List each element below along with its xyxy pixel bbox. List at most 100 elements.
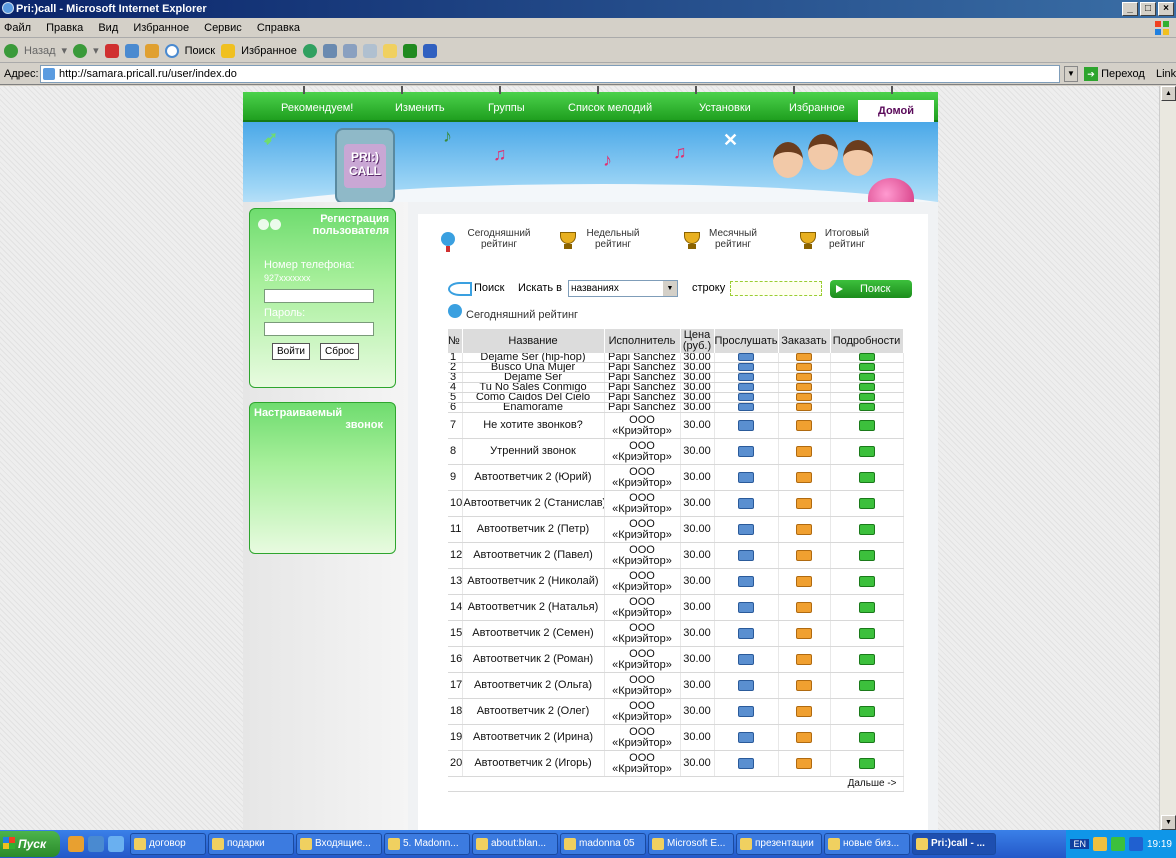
close-button[interactable]: × — [1158, 2, 1174, 16]
scroll-down-button[interactable]: ▼ — [1161, 815, 1176, 830]
tab-today-rating[interactable]: Сегодняшний рейтинг — [464, 228, 534, 250]
tab-month-rating[interactable]: Месячный рейтинг — [700, 228, 766, 250]
order-icon[interactable] — [796, 373, 812, 382]
nav-recommended[interactable]: Рекомендуем! — [281, 102, 353, 114]
minimize-button[interactable]: _ — [1122, 2, 1138, 16]
details-icon[interactable] — [858, 419, 875, 431]
taskbar-task-button[interactable]: Входящие... — [296, 833, 382, 855]
order-icon[interactable] — [796, 757, 812, 769]
scroll-up-button[interactable]: ▲ — [1161, 86, 1176, 101]
order-icon[interactable] — [796, 445, 812, 457]
order-icon[interactable] — [796, 627, 812, 639]
address-dropdown-button[interactable]: ▼ — [1064, 66, 1078, 82]
home-icon[interactable] — [144, 43, 159, 58]
stop-icon[interactable] — [104, 43, 119, 58]
listen-icon[interactable] — [738, 601, 754, 613]
menu-help[interactable]: Справка — [257, 22, 300, 34]
listen-icon[interactable] — [738, 731, 754, 743]
order-icon[interactable] — [796, 523, 812, 535]
search-toolbar-button[interactable]: Поиск — [185, 39, 215, 63]
address-input[interactable]: http://samara.pricall.ru/user/index.do — [40, 65, 1060, 83]
order-icon[interactable] — [796, 575, 812, 587]
links-button[interactable]: Links — [1156, 65, 1176, 83]
listen-icon[interactable] — [738, 679, 754, 691]
messenger-icon[interactable] — [402, 43, 417, 58]
order-icon[interactable] — [796, 601, 812, 613]
reset-button[interactable]: Сброс — [320, 343, 360, 360]
back-button[interactable]: Назад — [24, 39, 56, 63]
search-field-select[interactable]: названиях ▼ — [568, 280, 678, 297]
details-icon[interactable] — [858, 627, 875, 639]
order-icon[interactable] — [796, 393, 812, 402]
taskbar-task-button[interactable]: презентации — [736, 833, 822, 855]
details-icon[interactable] — [858, 363, 875, 372]
listen-icon[interactable] — [738, 403, 754, 412]
taskbar-task-button[interactable]: новые биз... — [824, 833, 910, 855]
order-icon[interactable] — [796, 353, 812, 362]
listen-icon[interactable] — [738, 353, 754, 362]
phone-input[interactable] — [264, 289, 374, 303]
details-icon[interactable] — [858, 731, 875, 743]
refresh-icon[interactable] — [124, 43, 139, 58]
forward-icon[interactable] — [73, 43, 88, 58]
details-icon[interactable] — [858, 393, 875, 402]
listen-icon[interactable] — [738, 471, 754, 483]
listen-icon[interactable] — [738, 549, 754, 561]
listen-icon[interactable] — [738, 445, 754, 457]
listen-icon[interactable] — [738, 373, 754, 382]
order-icon[interactable] — [796, 653, 812, 665]
search-icon[interactable] — [164, 43, 179, 58]
quick-launch-icon[interactable] — [88, 836, 104, 852]
quick-launch-icon[interactable] — [108, 836, 124, 852]
taskbar-task-button[interactable]: madonna 05 — [560, 833, 646, 855]
order-icon[interactable] — [796, 549, 812, 561]
taskbar-task-button[interactable]: about:blan... — [472, 833, 558, 855]
edit-icon[interactable] — [362, 43, 377, 58]
listen-icon[interactable] — [738, 575, 754, 587]
pricall-logo[interactable]: PRI:) CALL — [335, 128, 395, 204]
menu-view[interactable]: Вид — [98, 22, 118, 34]
details-icon[interactable] — [858, 679, 875, 691]
order-icon[interactable] — [796, 731, 812, 743]
back-icon[interactable] — [4, 43, 18, 58]
details-icon[interactable] — [858, 549, 875, 561]
more-link[interactable]: Дальше -> — [448, 776, 904, 792]
nav-favorites[interactable]: Избранное — [789, 102, 845, 114]
listen-icon[interactable] — [738, 705, 754, 717]
menu-tools[interactable]: Сервис — [204, 22, 242, 34]
details-icon[interactable] — [858, 445, 875, 457]
order-icon[interactable] — [796, 497, 812, 509]
details-icon[interactable] — [858, 383, 875, 392]
taskbar-task-button[interactable]: 5. Madonn... — [384, 833, 470, 855]
order-icon[interactable] — [796, 383, 812, 392]
details-icon[interactable] — [858, 575, 875, 587]
order-icon[interactable] — [796, 419, 812, 431]
listen-icon[interactable] — [738, 363, 754, 372]
order-icon[interactable] — [796, 705, 812, 717]
details-icon[interactable] — [858, 653, 875, 665]
maximize-button[interactable]: □ — [1140, 2, 1156, 16]
listen-icon[interactable] — [738, 419, 754, 431]
menu-favorites[interactable]: Избранное — [133, 22, 189, 34]
nav-settings[interactable]: Установки — [699, 102, 751, 114]
nav-home[interactable]: Домой — [858, 100, 934, 122]
details-icon[interactable] — [858, 497, 875, 509]
listen-icon[interactable] — [738, 383, 754, 392]
listen-icon[interactable] — [738, 393, 754, 402]
vertical-scrollbar[interactable]: ▲ ▼ — [1159, 86, 1176, 830]
go-button[interactable]: ➔ Переход — [1084, 65, 1145, 83]
details-icon[interactable] — [858, 471, 875, 483]
favorites-toolbar-button[interactable]: Избранное — [241, 39, 297, 63]
order-icon[interactable] — [796, 471, 812, 483]
taskbar-task-button[interactable]: подарки — [208, 833, 294, 855]
menu-edit[interactable]: Правка — [46, 22, 83, 34]
taskbar-task-button[interactable]: Pri:)call - ... — [912, 833, 996, 855]
taskbar-task-button[interactable]: Microsoft E... — [648, 833, 734, 855]
tab-total-rating[interactable]: Итоговый рейтинг — [814, 228, 880, 250]
history-icon[interactable] — [302, 43, 317, 58]
research-icon[interactable] — [422, 43, 437, 58]
login-button[interactable]: Войти — [272, 343, 310, 360]
tray-icon[interactable] — [1128, 837, 1143, 851]
tray-icon[interactable] — [1092, 837, 1107, 851]
listen-icon[interactable] — [738, 627, 754, 639]
